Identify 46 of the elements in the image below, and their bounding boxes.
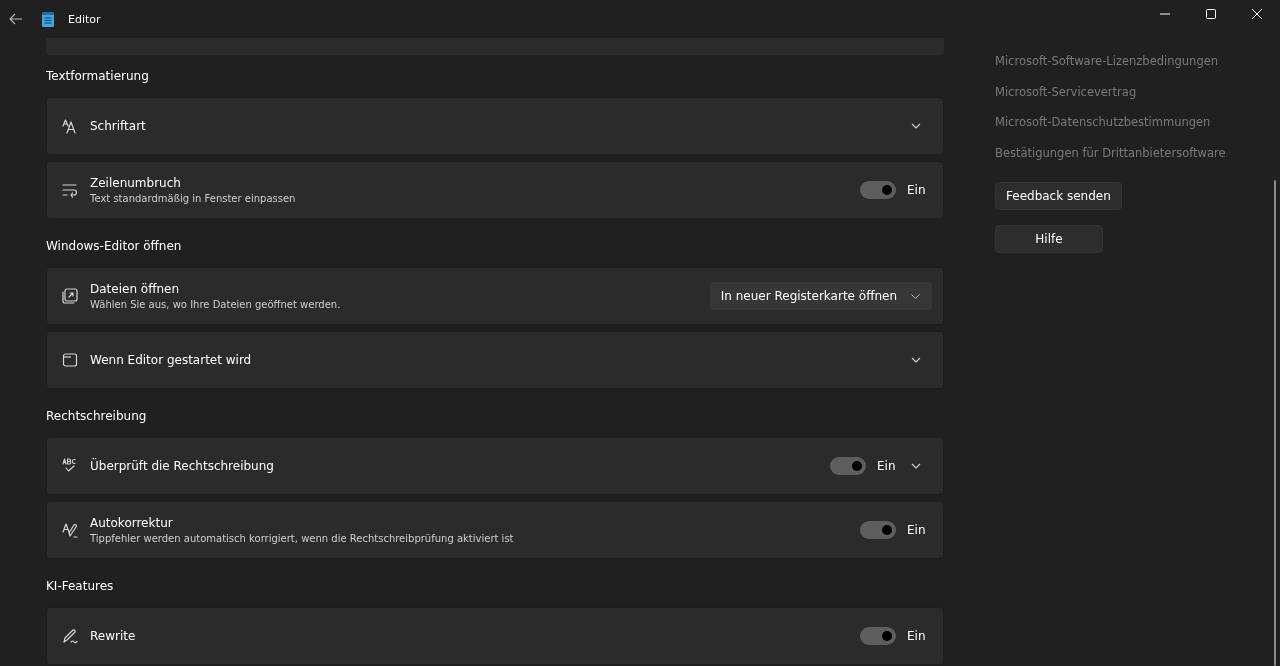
legal-link[interactable]: Microsoft-Datenschutzbestimmungen	[995, 107, 1211, 138]
toggle-switch[interactable]	[860, 521, 896, 539]
scrollbar[interactable]	[1274, 180, 1276, 666]
setting-title: Rewrite	[90, 629, 137, 643]
section-heading: Windows-Editor öffnen	[46, 239, 182, 253]
toggle-switch[interactable]	[860, 627, 896, 645]
legal-link[interactable]: Microsoft-Servicevertrag	[995, 76, 1137, 107]
chevron-down-icon	[911, 123, 921, 129]
toggle-switch[interactable]	[860, 181, 896, 199]
toggle-state-label: Ein	[877, 459, 897, 473]
text-wrap-icon	[61, 181, 79, 199]
section-heading: Rechtschreibung	[46, 409, 147, 423]
toggle-state-label: Ein	[907, 183, 927, 197]
font-size-icon	[61, 117, 79, 135]
setting-title: Wenn Editor gestartet wird	[90, 353, 253, 367]
action-button[interactable]: Hilfe	[995, 225, 1103, 253]
notepad-icon	[42, 11, 54, 27]
legal-link[interactable]: Bestätigungen für Drittanbietersoftware	[995, 137, 1226, 168]
chevron-down-icon	[911, 463, 921, 469]
open-file-icon	[61, 287, 79, 305]
setting-description: Tippfehler werden automatisch korrigiert, wenn die Rechtschreibprüfung aktiviert ist	[90, 533, 515, 544]
setting-description: Text standardmäßig in Fenster einpassen	[90, 193, 297, 204]
section-heading: Textformatierung	[46, 69, 149, 83]
spell-check-icon	[61, 457, 79, 475]
chevron-down-icon	[911, 293, 920, 299]
back-arrow-icon	[9, 13, 23, 25]
chevron-down-icon	[911, 357, 921, 363]
setting-title: Überprüft die Rechtschreibung	[90, 459, 275, 473]
autocorrect-icon	[61, 521, 79, 539]
pen-icon	[61, 627, 79, 645]
setting-title: Zeilenumbruch	[90, 176, 182, 190]
section-heading: KI-Features	[46, 579, 114, 593]
window-icon	[61, 351, 79, 369]
setting-title: Autokorrektur	[90, 516, 174, 530]
maximize-icon	[1206, 9, 1216, 19]
setting-title: Dateien öffnen	[90, 282, 181, 296]
setting-description: Wählen Sie aus, wo Ihre Dateien geöffnet werden.	[90, 299, 342, 310]
close-icon	[1252, 9, 1262, 19]
legal-link[interactable]: Microsoft-Software-Lizenzbedingungen	[995, 46, 1219, 77]
toggle-state-label: Ein	[907, 523, 927, 537]
window-title: Editor	[68, 12, 101, 26]
toggle-switch[interactable]	[830, 457, 866, 475]
toggle-state-label: Ein	[907, 629, 927, 643]
setting-title: Schriftart	[90, 119, 147, 133]
open-mode-dropdown[interactable]: In neuer Registerkarte öffnen	[709, 282, 932, 310]
action-button[interactable]: Feedback senden	[995, 182, 1122, 210]
